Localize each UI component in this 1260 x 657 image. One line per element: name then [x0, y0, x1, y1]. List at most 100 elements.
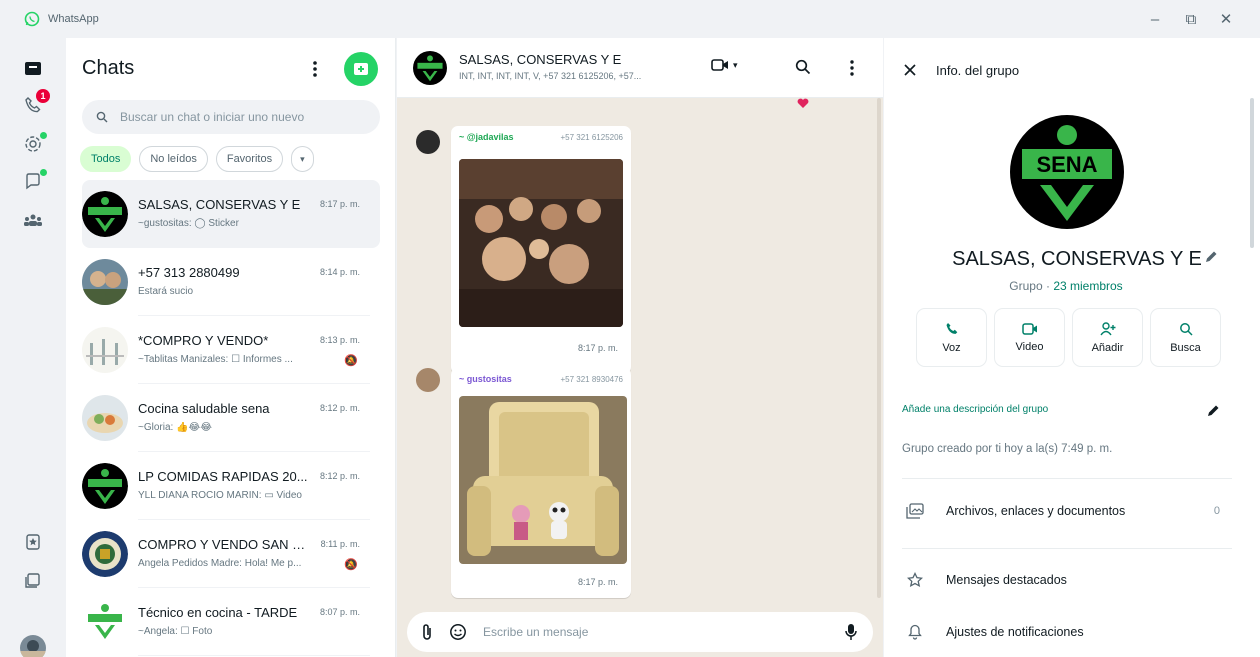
conversation-scrollbar[interactable]: [877, 98, 881, 598]
close-icon: [904, 64, 916, 76]
muted-icon: 🔕: [344, 559, 358, 571]
chat-filters: Todos No leídos Favoritos ▾: [80, 146, 314, 172]
search-messages-button[interactable]: [795, 59, 811, 75]
message-bubble[interactable]: ~ @jadavilas +57 321 6125206: [451, 126, 631, 374]
chat-name: SALSAS, CONSERVAS Y E: [138, 197, 301, 212]
channels-nav-icon[interactable]: [21, 169, 47, 193]
add-description-link[interactable]: Añade una descripción del grupo: [902, 404, 1048, 415]
calls-nav-icon[interactable]: 1: [21, 89, 50, 117]
chat-preview: YLL DIANA ROCIO MARIN: ▭ Video: [138, 490, 302, 501]
starred-messages-row[interactable]: Mensajes destacados: [902, 562, 1232, 598]
filter-all[interactable]: Todos: [80, 146, 132, 172]
group-members-link[interactable]: 23 miembros: [1053, 279, 1122, 293]
message-sender[interactable]: ~ gustositas: [459, 374, 512, 384]
minimize-button[interactable]: –: [1144, 8, 1166, 30]
chat-preview: ~Angela: ☐ Foto: [138, 626, 213, 637]
title-bar: WhatsApp: [0, 0, 1260, 38]
chat-list: SALSAS, CONSERVAS Y E 8:17 p. m. ~gustos…: [66, 180, 396, 656]
video-call-button[interactable]: ▾: [711, 58, 738, 72]
chat-preview: ~gustositas: ◯ Sticker: [138, 218, 239, 229]
maximize-button[interactable]: ⧉: [1180, 8, 1202, 30]
info-scrollbar[interactable]: [1250, 98, 1254, 248]
edit-description-icon[interactable]: [1206, 404, 1220, 418]
sena-logo-avatar: [82, 191, 128, 237]
search-group-button[interactable]: Busca: [1150, 308, 1221, 367]
chat-name: Cocina saludable sena: [138, 401, 270, 416]
new-chat-button[interactable]: [344, 52, 378, 86]
chat-search-input[interactable]: [120, 110, 340, 124]
conversation-members: INT, INT, INT, INT, V, +57 321 6125206, …: [459, 71, 642, 81]
group-avatar: [82, 327, 128, 373]
add-member-button[interactable]: Añadir: [1072, 308, 1143, 367]
filter-favorites[interactable]: Favoritos: [215, 146, 284, 172]
chat-item-tecnico-cocina[interactable]: Técnico en cocina - TARDE 8:07 p. m. ~An…: [66, 588, 396, 656]
archived-nav-icon[interactable]: [21, 569, 45, 593]
chat-preview: ~Tablitas Manizales: ☐ Informes ...: [138, 354, 293, 365]
divider: [902, 548, 1232, 549]
group-avatar[interactable]: [413, 51, 447, 85]
communities-nav-icon[interactable]: [21, 208, 45, 232]
conversation-header[interactable]: SALSAS, CONSERVAS Y E INT, INT, INT, INT…: [397, 38, 883, 98]
message-sender-phone: +57 321 8930476: [560, 375, 623, 384]
media-icon: [902, 503, 928, 519]
close-window-button[interactable]: ✕: [1215, 8, 1237, 30]
status-nav-icon[interactable]: [21, 132, 47, 156]
chat-name: Técnico en cocina - TARDE: [138, 605, 298, 620]
sender-avatar[interactable]: [416, 130, 440, 154]
chat-name: COMPRO Y VENDO SAN L...: [138, 537, 308, 552]
window-title: WhatsApp: [48, 13, 99, 25]
chat-item-salsas[interactable]: SALSAS, CONSERVAS Y E 8:17 p. m. ~gustos…: [82, 180, 380, 248]
microphone-icon[interactable]: [845, 623, 857, 641]
chats-nav-icon[interactable]: [21, 57, 45, 81]
group-photo[interactable]: SENA: [1010, 115, 1124, 229]
files-count: 0: [1213, 505, 1220, 517]
group-label: Grupo: [1009, 279, 1043, 293]
chat-item-phone[interactable]: +57 313 2880499 8:14 p. m. Estará sucio: [66, 248, 396, 316]
files-label: Archivos, enlaces y documentos: [946, 504, 1126, 518]
group-created-text: Grupo creado por ti hoy a la(s) 7:49 p. …: [902, 443, 1113, 455]
chat-time: 8:12 p. m.: [319, 471, 360, 481]
sena-logo-avatar: [82, 463, 128, 509]
filter-unread[interactable]: No leídos: [139, 146, 208, 172]
message-composer: [407, 612, 873, 652]
chat-item-compro-vendo[interactable]: *COMPRO Y VENDO* 8:13 p. m. ~Tablitas Ma…: [66, 316, 396, 384]
chat-item-cocina-saludable[interactable]: Cocina saludable sena 8:12 p. m. ~Gloria…: [66, 384, 396, 452]
starred-nav-icon[interactable]: [21, 530, 45, 554]
phone-icon: [946, 322, 957, 334]
sticker-emoji-icon[interactable]: [449, 623, 467, 641]
conversation-menu-icon[interactable]: [849, 59, 855, 77]
attach-icon[interactable]: [421, 623, 433, 641]
chat-search-box[interactable]: [82, 100, 380, 134]
search-icon: [96, 111, 108, 123]
sticker-image[interactable]: [459, 159, 623, 327]
voice-call-button[interactable]: Voz: [916, 308, 987, 367]
menu-kebab-icon[interactable]: [312, 60, 318, 78]
notification-settings-row[interactable]: Ajustes de notificaciones: [902, 614, 1232, 650]
filter-more-button[interactable]: ▾: [291, 146, 314, 172]
message-sender[interactable]: ~ @jadavilas: [459, 132, 514, 142]
search-label: Busca: [1170, 341, 1201, 354]
chat-item-compro-san-l[interactable]: COMPRO Y VENDO SAN L... 8:11 p. m. Angel…: [66, 520, 396, 588]
chevron-down-icon: ▾: [733, 59, 738, 70]
edit-group-name-icon[interactable]: [1204, 250, 1218, 264]
sender-avatar[interactable]: [416, 368, 440, 392]
video-call-info-button[interactable]: Video: [994, 308, 1065, 367]
chats-title: Chats: [82, 57, 135, 79]
sena-logo-avatar: [82, 599, 128, 645]
bell-icon: [902, 624, 928, 640]
sticker-image[interactable]: [459, 396, 627, 564]
profile-avatar[interactable]: [20, 635, 46, 657]
voice-label: Voz: [942, 341, 961, 354]
chat-list-panel: Chats Todos No leídos Favoritos ▾ SALSAS…: [66, 38, 396, 657]
muted-icon: 🔕: [344, 355, 358, 367]
files-links-docs-row[interactable]: Archivos, enlaces y documentos 0: [902, 493, 1232, 529]
chat-item-lp-comidas[interactable]: LP COMIDAS RAPIDAS 20... 8:12 p. m. YLL …: [66, 452, 396, 520]
group-info-panel: Info. del grupo SENA SALSAS, CONSERVAS Y…: [884, 38, 1260, 657]
message-bubble[interactable]: ~ gustositas +57 321 8930476: [451, 368, 631, 598]
message-input[interactable]: [483, 625, 823, 639]
group-name: SALSAS, CONSERVAS Y E: [884, 248, 1220, 271]
group-avatar: [82, 395, 128, 441]
new-chat-icon: [354, 63, 368, 75]
close-info-button[interactable]: [904, 64, 916, 76]
video-label: Video: [1015, 340, 1044, 353]
